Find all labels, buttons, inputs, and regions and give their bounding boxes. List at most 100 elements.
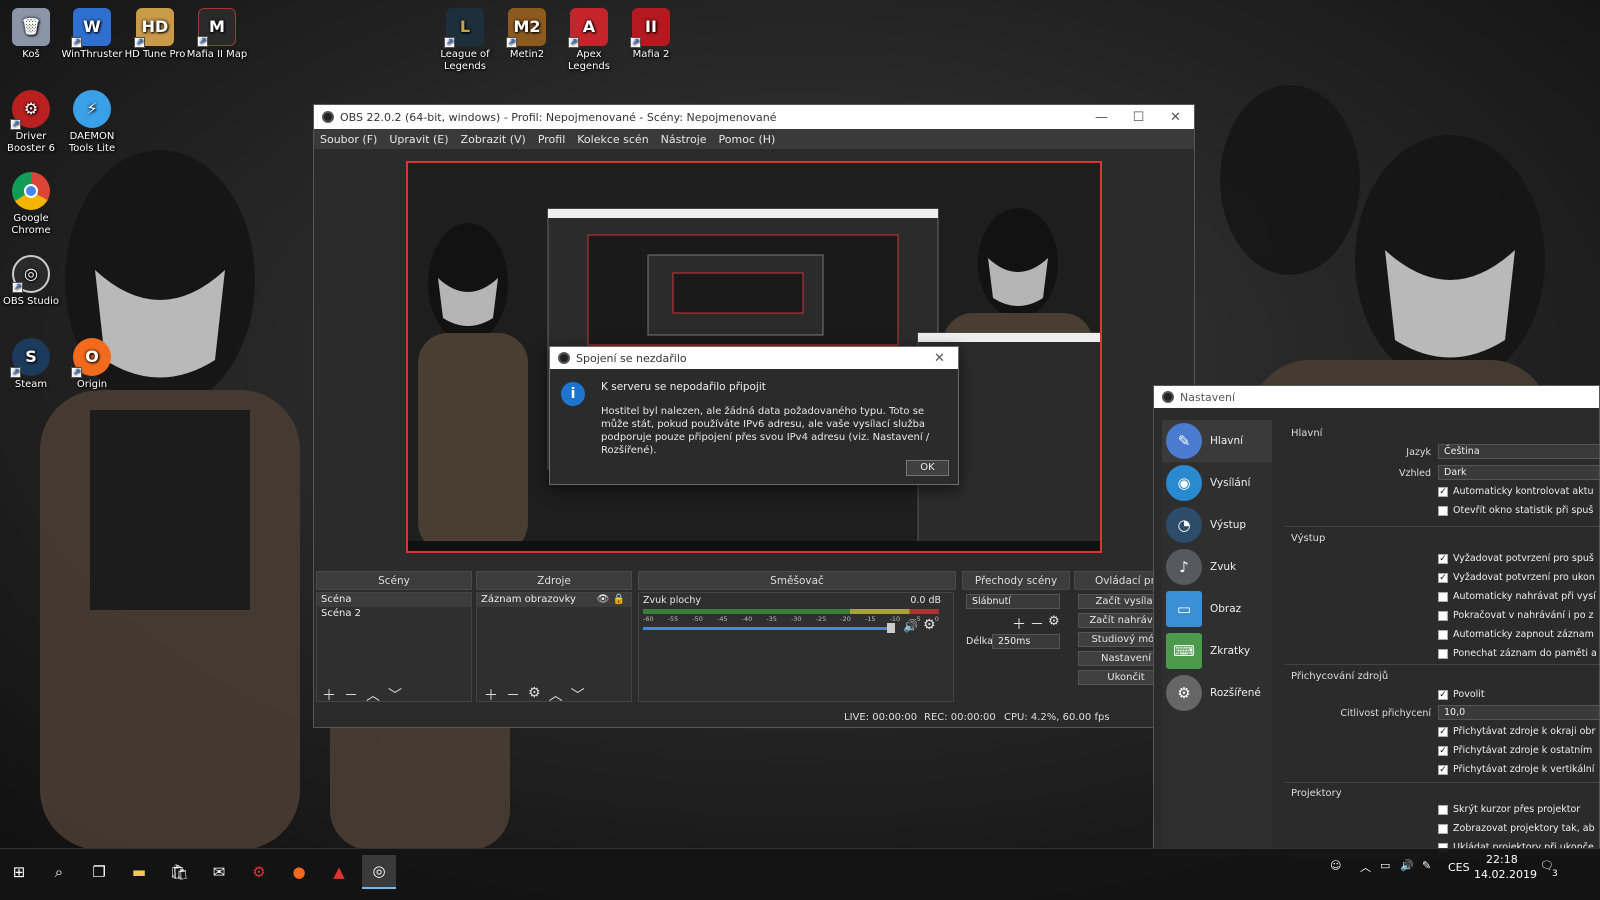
check-projector-on-top[interactable]: Zobrazovat projektory tak, ab	[1438, 823, 1595, 834]
task-view-icon[interactable]: ❐	[82, 855, 116, 889]
network-icon[interactable]: ▭	[1380, 859, 1390, 872]
close-icon[interactable]: ✕	[921, 346, 958, 370]
desktop-icon-mafia2[interactable]: II ↗ Mafia 2	[620, 8, 682, 61]
driver-booster-taskbar-icon[interactable]: ⚙	[242, 855, 276, 889]
store-icon[interactable]: 🛍	[162, 855, 196, 889]
desktop-icon-steam[interactable]: S ↗ Steam	[0, 338, 62, 391]
clock-date[interactable]: 14.02.2019	[1474, 868, 1537, 881]
move-up-icon[interactable]: ︿	[549, 685, 563, 705]
check-auto-update[interactable]: ✓ Automaticky kontrolovat aktu	[1438, 486, 1593, 497]
checkbox-checked[interactable]: ✓	[1438, 764, 1448, 775]
settings-titlebar[interactable]: Nastavení	[1154, 386, 1599, 408]
language-select[interactable]: Čeština	[1438, 444, 1599, 459]
desktop-icon-apex[interactable]: A ↗ Apex Legends	[558, 8, 620, 73]
origin-taskbar-icon[interactable]: ●	[282, 855, 316, 889]
speaker-icon[interactable]: 🔊	[903, 619, 918, 633]
gear-icon[interactable]: ⚙	[1048, 614, 1060, 629]
show-hidden-icons-chevron-icon[interactable]: ︿	[1360, 859, 1371, 875]
desktop-icon-daemon-tools[interactable]: ⚡ DAEMON Tools Lite	[61, 90, 123, 155]
input-language[interactable]: CES	[1448, 861, 1470, 874]
settings-nav-stream[interactable]: ◉ Vysílání	[1162, 462, 1272, 504]
apex-taskbar-icon[interactable]: ▲	[322, 855, 356, 889]
checkbox-checked[interactable]: ✓	[1438, 486, 1448, 497]
dialog-titlebar[interactable]: Spojení se nezdařilo ✕	[550, 347, 958, 369]
minimize-icon[interactable]: —	[1083, 105, 1120, 129]
checkbox[interactable]	[1438, 610, 1448, 621]
check-auto-replay[interactable]: Automaticky zapnout záznam	[1438, 629, 1594, 640]
maximize-icon[interactable]: ☐	[1120, 105, 1157, 129]
checkbox-checked[interactable]: ✓	[1438, 726, 1448, 737]
desktop-icon-winthruster[interactable]: W ↗ WinThruster	[61, 8, 123, 61]
settings-nav-hotkeys[interactable]: ⌨ Zkratky	[1162, 630, 1272, 672]
volume-slider[interactable]	[643, 627, 893, 630]
check-hide-cursor[interactable]: Skrýt kurzor přes projektor	[1438, 804, 1580, 815]
checkbox-checked[interactable]: ✓	[1438, 553, 1448, 564]
checkbox-checked[interactable]: ✓	[1438, 745, 1448, 756]
file-explorer-icon[interactable]: ▬	[122, 855, 156, 889]
desktop-icon-metin2[interactable]: M2 ↗ Metin2	[496, 8, 558, 61]
check-snapping-enable[interactable]: ✓ Povolit	[1438, 689, 1485, 700]
remove-icon[interactable]: －	[344, 685, 358, 705]
start-windows-icon[interactable]: ⊞	[2, 855, 36, 889]
check-stats-on-start[interactable]: Otevřít okno statistik při spuš	[1438, 505, 1593, 516]
add-icon[interactable]: ＋	[1012, 614, 1026, 634]
search-icon[interactable]: ⌕	[42, 855, 76, 889]
checkbox-checked[interactable]: ✓	[1438, 572, 1448, 583]
transition-select[interactable]: Slábnutí	[966, 594, 1060, 609]
sensitivity-spinbox[interactable]: 10,0	[1438, 705, 1599, 720]
checkbox[interactable]	[1438, 823, 1448, 834]
checkbox[interactable]	[1438, 629, 1448, 640]
checkbox[interactable]	[1438, 505, 1448, 516]
people-icon[interactable]: ☺	[1330, 859, 1341, 872]
mail-icon[interactable]: ✉	[202, 855, 236, 889]
gear-icon[interactable]: ⚙	[528, 685, 541, 705]
check-snap-other-sources[interactable]: ✓ Přichytávat zdroje k ostatním	[1438, 745, 1592, 756]
check-keep-replay[interactable]: Ponechat záznam do paměti a	[1438, 648, 1597, 659]
eye-icon[interactable]: 👁	[597, 594, 610, 605]
remove-icon[interactable]: －	[1030, 614, 1044, 634]
ok-button[interactable]: OK	[906, 460, 949, 476]
lock-icon[interactable]: 🔒	[613, 594, 625, 605]
settings-nav-video[interactable]: ▭ Obraz	[1162, 588, 1272, 630]
scene-item[interactable]: Scéna 2	[317, 607, 471, 621]
desktop-icon-driver-booster[interactable]: ⚙ ↗ Driver Booster 6	[0, 90, 62, 155]
checkbox[interactable]	[1438, 804, 1448, 815]
settings-nav-general[interactable]: ✎ Hlavní	[1162, 420, 1272, 462]
theme-select[interactable]: Dark	[1438, 465, 1599, 480]
menu-kolekce-scen[interactable]: Kolekce scén	[577, 133, 648, 146]
source-item[interactable]: Záznam obrazovky 👁 🔒	[477, 593, 631, 607]
desktop-icon-obs[interactable]: ◎ ↗ OBS Studio	[0, 255, 62, 308]
add-icon[interactable]: ＋	[484, 685, 498, 705]
desktop-icon-league-of-legends[interactable]: L ↗ League of Legends	[434, 8, 496, 73]
desktop-icon-chrome[interactable]: Google Chrome	[0, 172, 62, 237]
desktop-icon-hd-tune[interactable]: HD ↗ HD Tune Pro	[124, 8, 186, 61]
clock-time[interactable]: 22:18	[1486, 853, 1518, 866]
checkbox-checked[interactable]: ✓	[1438, 689, 1448, 700]
scene-item[interactable]: Scéna	[317, 593, 471, 607]
checkbox[interactable]	[1438, 648, 1448, 659]
check-snap-screen-edge[interactable]: ✓ Přichytávat zdroje k okraji obr	[1438, 726, 1595, 737]
menu-zobrazit[interactable]: Zobrazit (V)	[461, 133, 526, 146]
check-auto-record[interactable]: Automaticky nahrávat při vysí	[1438, 591, 1596, 602]
menu-pomoc[interactable]: Pomoc (H)	[719, 133, 776, 146]
close-icon[interactable]: ✕	[1157, 105, 1194, 129]
remove-icon[interactable]: －	[506, 685, 520, 705]
menu-upravit[interactable]: Upravit (E)	[389, 133, 448, 146]
move-up-icon[interactable]: ︿	[366, 685, 380, 705]
duration-spinbox[interactable]: 250ms	[992, 634, 1060, 649]
menu-profil[interactable]: Profil	[538, 133, 565, 146]
move-down-icon[interactable]: ﹀	[388, 685, 402, 705]
desktop-icon-recycle-bin[interactable]: 🗑 Koš	[0, 8, 62, 61]
checkbox[interactable]	[1438, 591, 1448, 602]
gear-icon[interactable]: ⚙	[923, 617, 936, 633]
check-confirm-start[interactable]: ✓ Vyžadovat potvrzení pro spuš	[1438, 553, 1594, 564]
pen-icon[interactable]: ✎	[1422, 859, 1431, 872]
check-confirm-stop[interactable]: ✓ Vyžadovat potvrzení pro ukon	[1438, 572, 1595, 583]
settings-nav-advanced[interactable]: ⚙ Rozšířené	[1162, 672, 1272, 714]
move-down-icon[interactable]: ﹀	[571, 685, 585, 705]
desktop-icon-origin[interactable]: O ↗ Origin	[61, 338, 123, 391]
volume-slider-handle[interactable]	[887, 623, 895, 633]
desktop-icon-mafia-map[interactable]: M ↗ Mafia II Map	[186, 8, 248, 61]
check-snap-vertical-center[interactable]: ✓ Přichytávat zdroje k vertikální	[1438, 764, 1594, 775]
menu-nastroje[interactable]: Nástroje	[661, 133, 707, 146]
